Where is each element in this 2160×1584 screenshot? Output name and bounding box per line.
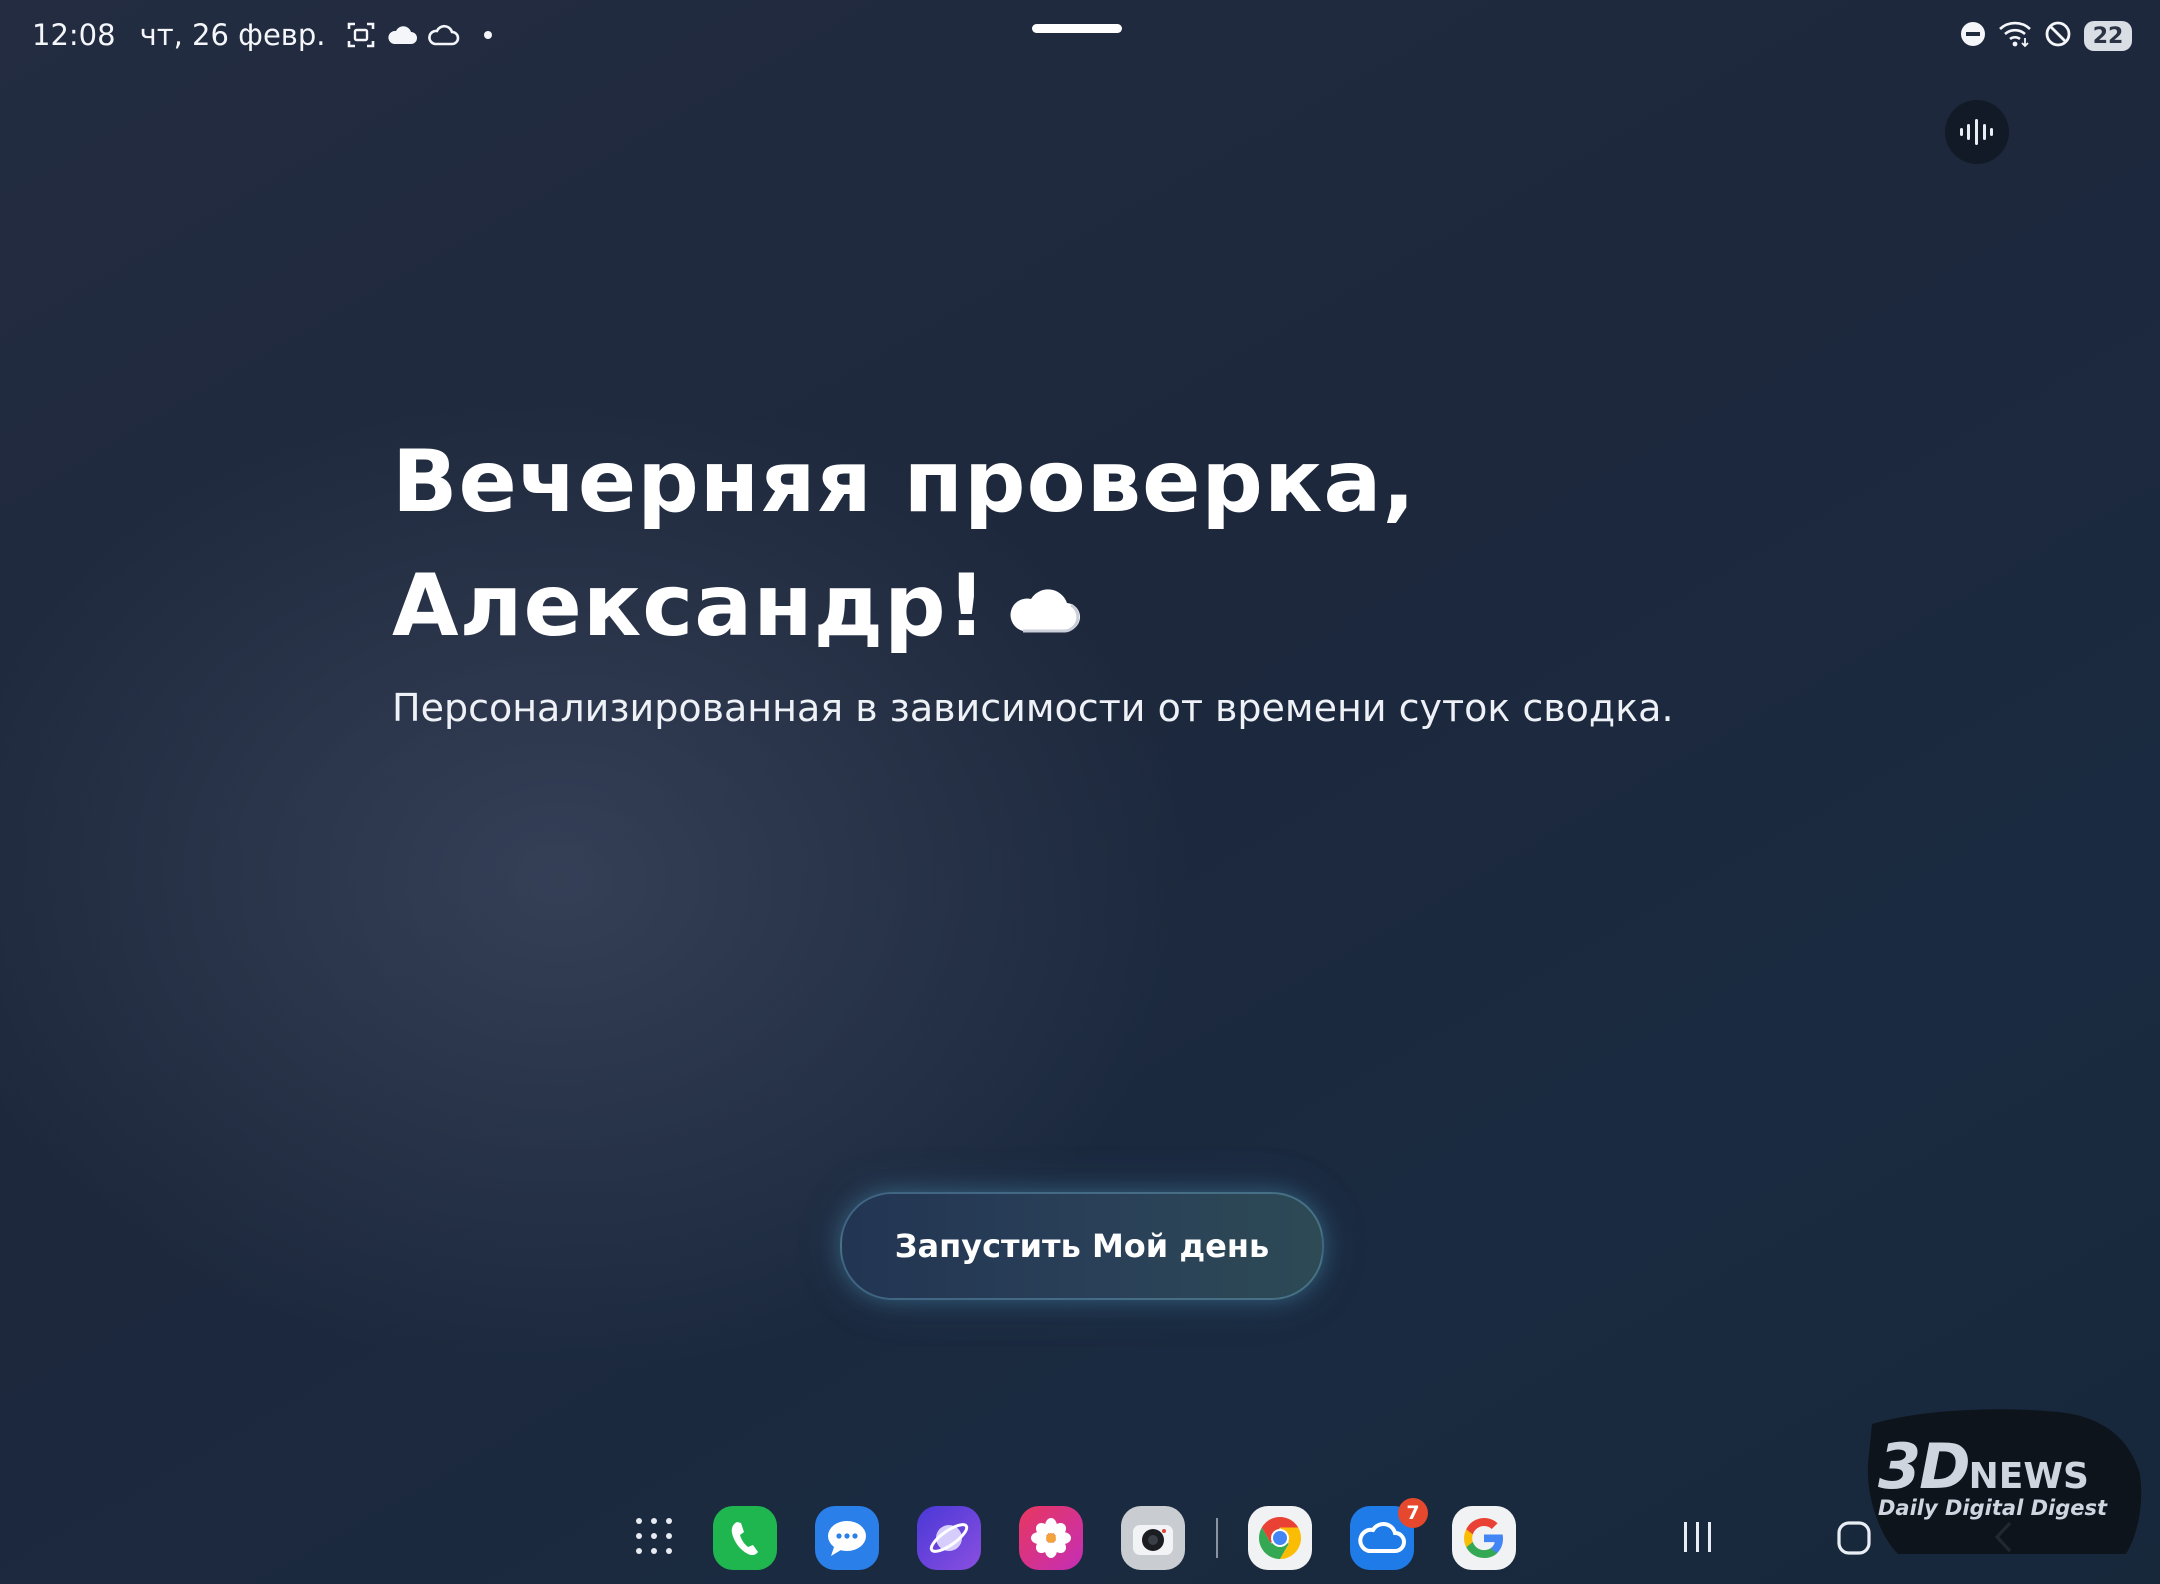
phone-app[interactable]	[713, 1506, 777, 1570]
dock: 7	[0, 1498, 2160, 1584]
status-right: 22	[1948, 20, 2132, 52]
status-date: чт, 26 февр.	[139, 18, 326, 52]
google-icon	[1464, 1518, 1503, 1558]
chat-bubble-icon	[828, 1521, 866, 1556]
notification-dot	[483, 31, 492, 39]
status-time: 12:08	[32, 18, 116, 52]
chrome-icon	[1258, 1517, 1302, 1559]
voice-wave-icon	[1960, 119, 1993, 145]
start-my-day-button[interactable]: Запустить Мой день	[840, 1192, 1324, 1300]
do-not-disturb-icon	[1960, 21, 1986, 51]
greeting-line-2: Александр!	[392, 544, 1892, 668]
browser-planet-icon	[929, 1523, 969, 1553]
recent-apps-button[interactable]	[1680, 1520, 1716, 1554]
status-left: 12:08 чт, 26 февр.	[32, 18, 492, 52]
camera-app[interactable]	[1121, 1506, 1185, 1570]
phone-icon	[731, 1522, 758, 1556]
greeting-name: Александр!	[392, 556, 987, 656]
cloud-outline-icon	[426, 23, 460, 47]
cloud-filled-icon	[386, 24, 418, 46]
watermark-tagline: Daily Digital Digest	[1878, 1496, 2108, 1520]
top-drag-handle[interactable]	[1032, 24, 1122, 33]
cloud-icon	[1009, 544, 1083, 668]
google-app[interactable]	[1452, 1506, 1516, 1570]
screenshot-icon	[346, 20, 376, 50]
subtitle: Персонализированная в зависимости от вре…	[392, 686, 1674, 730]
recent-apps-icon	[1684, 1522, 1711, 1552]
messages-app[interactable]	[815, 1506, 879, 1570]
flower-icon	[1031, 1518, 1071, 1558]
gallery-app[interactable]	[1019, 1506, 1083, 1570]
dock-separator	[1216, 1518, 1218, 1558]
camera-icon	[1133, 1525, 1173, 1555]
status-bar: 12:08 чт, 26 февр. 22	[0, 0, 2160, 80]
watermark-logo: 3DNEWS	[1878, 1430, 2089, 1503]
no-signal-icon	[2044, 20, 2072, 52]
internet-app[interactable]	[917, 1506, 981, 1570]
wifi-icon	[1998, 20, 2032, 52]
chrome-app[interactable]	[1248, 1506, 1312, 1570]
voice-button[interactable]	[1945, 100, 2009, 164]
greeting-line-1: Вечерняя проверка,	[392, 432, 1417, 532]
watermark-3dnews: 3DNEWS Daily Digital Digest	[1858, 1404, 2144, 1556]
cloud-app-icon	[1358, 1522, 1406, 1553]
notification-badge: 7	[1398, 1498, 1428, 1528]
greeting-title: Вечерняя проверка, Александр!	[392, 420, 1892, 668]
battery-icon: 22	[2084, 21, 2132, 51]
apps-grid-icon[interactable]	[636, 1518, 672, 1554]
